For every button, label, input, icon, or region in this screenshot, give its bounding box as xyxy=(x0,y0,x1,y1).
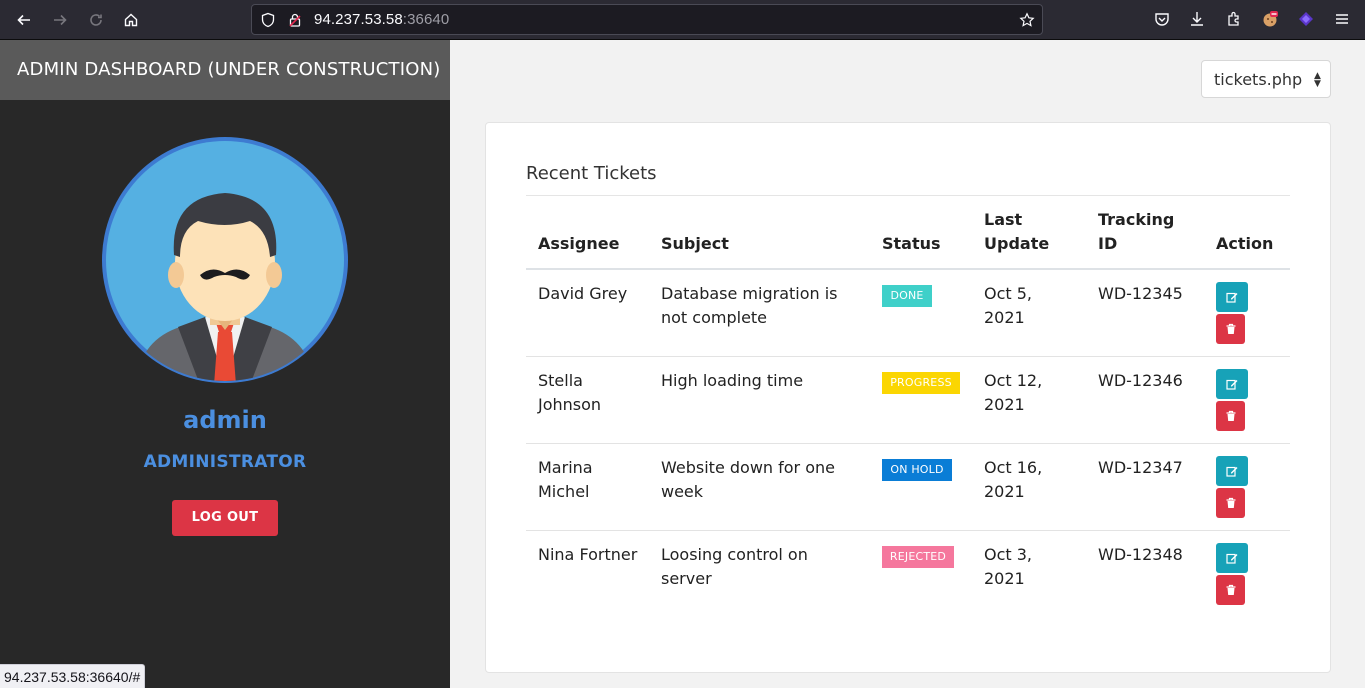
assignee-cell: David Grey xyxy=(538,284,628,303)
user-role: ADMINISTRATOR xyxy=(143,452,307,472)
assignee-cell: Nina Fortner xyxy=(538,545,638,564)
browser-toolbar: 94.237.53.58:36640 xyxy=(0,0,1365,40)
wappalyzer-extension-icon[interactable] xyxy=(1297,10,1315,28)
column-header-action: Action xyxy=(1216,234,1274,253)
delete-button[interactable] xyxy=(1216,401,1245,431)
arrow-right-icon xyxy=(54,14,67,26)
delete-button[interactable] xyxy=(1216,314,1245,344)
column-header-last-update: Last Update xyxy=(984,210,1050,253)
edit-button[interactable] xyxy=(1216,282,1248,312)
status-badge: DONE xyxy=(882,285,932,307)
home-button[interactable] xyxy=(119,8,143,32)
user-name: admin xyxy=(183,406,267,434)
hamburger-menu-icon[interactable] xyxy=(1333,10,1351,28)
status-badge: ON HOLD xyxy=(882,459,952,481)
user-avatar xyxy=(102,137,348,383)
cookie-extension-icon[interactable] xyxy=(1261,10,1279,28)
delete-button[interactable] xyxy=(1216,575,1245,605)
logout-button[interactable]: LOG OUT xyxy=(172,500,278,536)
edit-button[interactable] xyxy=(1216,456,1248,486)
puzzle-icon[interactable] xyxy=(1225,10,1243,28)
forward-button[interactable] xyxy=(48,8,72,32)
page-select-value: tickets.php xyxy=(1214,70,1303,89)
download-icon[interactable] xyxy=(1188,10,1206,28)
tracking-id-cell: WD-12348 xyxy=(1098,545,1183,564)
trash-icon xyxy=(1226,410,1235,421)
pocket-icon[interactable] xyxy=(1153,10,1171,28)
tickets-card: Recent Tickets Assignee Subject Status L… xyxy=(485,122,1331,673)
reload-button[interactable] xyxy=(84,8,108,32)
edit-icon xyxy=(1226,379,1238,390)
edit-icon xyxy=(1226,292,1238,303)
assignee-cell: Marina Michel xyxy=(538,458,593,501)
subject-cell: Loosing control on server xyxy=(661,545,808,588)
select-caret-icon: ▲ ▼ xyxy=(1314,71,1321,89)
sidebar-header: ADMIN DASHBOARD (UNDER CONSTRUCTION) xyxy=(0,40,450,100)
edit-button[interactable] xyxy=(1216,369,1248,399)
card-title: Recent Tickets xyxy=(526,163,657,184)
delete-button[interactable] xyxy=(1216,488,1245,518)
subject-cell: Website down for one week xyxy=(661,458,835,501)
table-header-divider xyxy=(526,268,1290,270)
edit-icon xyxy=(1226,466,1238,477)
trash-icon xyxy=(1226,497,1235,508)
page-select[interactable]: tickets.php ▲ ▼ xyxy=(1201,60,1331,98)
column-header-assignee: Assignee xyxy=(538,234,620,253)
subject-cell: Database migration is not complete xyxy=(661,284,838,327)
trash-icon xyxy=(1226,323,1235,334)
last-update-cell: Oct 3, 2021 xyxy=(984,545,1033,588)
sidebar: ADMIN DASHBOARD (UNDER CONSTRUCTION) adm… xyxy=(0,40,450,688)
star-icon[interactable] xyxy=(1019,12,1035,28)
shield-icon[interactable] xyxy=(260,12,276,28)
row-divider xyxy=(526,356,1290,357)
back-button[interactable] xyxy=(12,8,36,32)
tracking-id-cell: WD-12346 xyxy=(1098,371,1183,390)
arrow-left-icon xyxy=(17,14,30,26)
divider xyxy=(526,195,1290,196)
lock-icon[interactable] xyxy=(287,12,303,28)
last-update-cell: Oct 5, 2021 xyxy=(984,284,1033,327)
edit-icon xyxy=(1226,553,1238,564)
address-bar[interactable]: 94.237.53.58:36640 xyxy=(251,4,1043,35)
last-update-cell: Oct 16, 2021 xyxy=(984,458,1043,501)
status-badge: REJECTED xyxy=(882,546,954,568)
trash-icon xyxy=(1226,584,1235,595)
last-update-cell: Oct 12, 2021 xyxy=(984,371,1043,414)
status-badge: PROGRESS xyxy=(882,372,960,394)
reload-icon xyxy=(90,14,102,26)
home-icon xyxy=(124,13,138,27)
subject-cell: High loading time xyxy=(661,371,804,390)
status-bar-url: 94.237.53.58:36640/# xyxy=(0,664,146,688)
tracking-id-cell: WD-12347 xyxy=(1098,458,1183,477)
dashboard-title: ADMIN DASHBOARD (UNDER CONSTRUCTION) xyxy=(17,59,441,80)
tracking-id-cell: WD-12345 xyxy=(1098,284,1183,303)
column-header-status: Status xyxy=(882,234,941,253)
assignee-cell: Stella Johnson xyxy=(538,371,602,414)
url-text: 94.237.53.58:36640 xyxy=(314,11,450,28)
row-divider xyxy=(526,443,1290,444)
row-divider xyxy=(526,530,1290,531)
edit-button[interactable] xyxy=(1216,543,1248,573)
column-header-tracking-id: Tracking ID xyxy=(1098,210,1175,253)
column-header-subject: Subject xyxy=(661,234,729,253)
